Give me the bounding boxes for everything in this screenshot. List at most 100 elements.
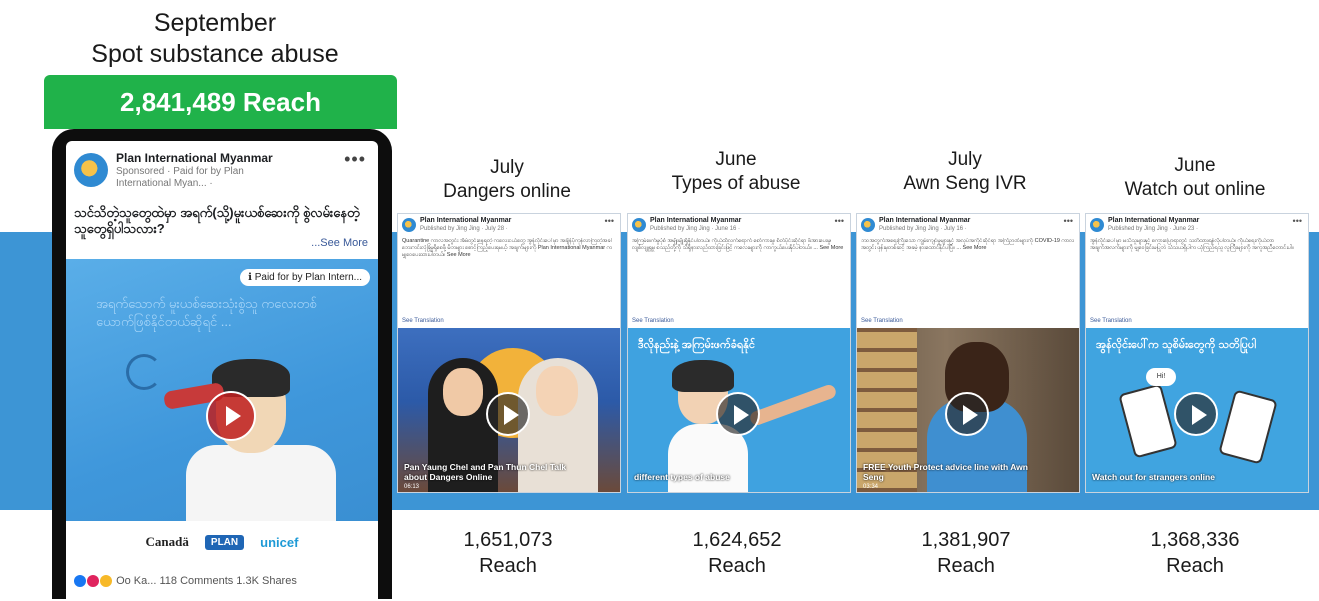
card-1-reach: 1,651,073 Reach (418, 527, 598, 579)
card-2-reach: 1,624,652 Reach (647, 527, 827, 579)
video-overlay-text: အရက်သောက် မူးယစ်ဆေးသုံးစွဲသူ ကလေးတစ်ယောက… (96, 296, 317, 329)
feature-title: September Spot substance abuse (60, 8, 370, 70)
card-1-reach-value: 1,651,073 (463, 529, 553, 551)
card-4-post[interactable]: Plan International Myanmar Published by … (1085, 213, 1309, 493)
card-3-text: ဘဝအတွက်အရေးကြီးသော ကျွမ်းကျင်မှုများနှင့… (861, 238, 1075, 251)
dizzy-swirl-icon (126, 354, 162, 390)
card-2-video[interactable]: ဒီလိုနည်းနဲ့ အကြမ်းဖက်ခံရနိုင် different… (628, 328, 850, 492)
play-icon[interactable] (716, 392, 760, 436)
card-2-post[interactable]: Plan International Myanmar Published by … (627, 213, 851, 493)
card-1-text: Quarantine ကာလအတွင်း အိမ်တွင်းနေရတဲ့ ကလေ… (402, 238, 612, 258)
card-4-month: June (1174, 155, 1216, 176)
card-1-campaign: Dangers online (443, 181, 571, 202)
play-icon[interactable] (945, 392, 989, 436)
card-3-reach-label: Reach (937, 555, 995, 577)
card-3-video[interactable]: FREE Youth Protect advice line with Awn … (857, 328, 1079, 492)
card-1-month: July (490, 157, 524, 178)
card-2-header: Plan International Myanmar Published by … (628, 214, 850, 236)
card-1-post[interactable]: Plan International Myanmar Published by … (397, 213, 621, 493)
info-icon: ℹ (248, 272, 252, 283)
card-2-girl-hair (672, 360, 734, 392)
card-3-reach: 1,381,907 Reach (876, 527, 1056, 579)
more-options-icon[interactable]: ••• (344, 149, 366, 170)
card-3-published: Published by Jing Jing · July 16 · (879, 226, 967, 232)
card-2-page-name: Plan International Myanmar (650, 217, 742, 224)
paid-for-pill[interactable]: ℹ Paid for by Plan Intern... (240, 269, 370, 286)
card-4-reach-label: Reach (1166, 555, 1224, 577)
card-3-campaign: Awn Seng IVR (903, 173, 1027, 194)
card-3-header: Plan International Myanmar Published by … (857, 214, 1079, 236)
card-4-reach-value: 1,368,336 (1150, 529, 1240, 551)
card-2-banner: ဒီလိုနည်းနဲ့ အကြမ်းဖက်ခံရနိုင် (638, 339, 756, 351)
boy-illustration-body (186, 445, 336, 521)
card-2-title: June Types of abuse (646, 148, 826, 196)
card-4-title: June Watch out online (1105, 154, 1285, 202)
card-1-more-icon[interactable]: ••• (605, 216, 614, 226)
card-2-campaign: Types of abuse (671, 173, 801, 194)
card-3-avatar (861, 218, 875, 232)
card-1-avatar (402, 218, 416, 232)
card-3-more-icon[interactable]: ••• (1064, 216, 1073, 226)
post-video[interactable]: ℹ Paid for by Plan Intern... အရက်သောက် မ… (66, 259, 378, 521)
card-3-month: July (948, 149, 982, 170)
feature-campaign-name: Spot substance abuse (91, 40, 339, 68)
card-4-phone-right (1218, 389, 1278, 465)
card-4-avatar (1090, 218, 1104, 232)
card-1-page-name: Plan International Myanmar (420, 217, 512, 224)
love-reaction-icon (87, 575, 99, 588)
card-4-video[interactable]: အွန်လိုင်းပေါ်က သူစိမ်းတွေကို သတိပြုပါ H… (1086, 328, 1308, 492)
play-icon[interactable] (206, 391, 256, 441)
wow-reaction-icon (100, 575, 112, 588)
feature-reach-banner: 2,841,489 Reach (44, 75, 397, 129)
reactions-summary: Oo Ka... 118 Comments 1.3K Shares (116, 575, 297, 587)
card-4-phone-left (1118, 383, 1178, 459)
card-1-video[interactable]: Pan Yaung Chel and Pan Thun Chel Talk ab… (398, 328, 620, 492)
card-2-reach-value: 1,624,652 (692, 529, 782, 551)
card-2-month: June (715, 149, 757, 170)
see-more-link[interactable]: ...See More (311, 237, 368, 249)
card-3-reach-value: 1,381,907 (921, 529, 1011, 551)
card-3-title: July Awn Seng IVR (875, 148, 1055, 196)
phone-mockup: Plan International Myanmar Sponsored · P… (52, 129, 392, 601)
card-1-person-left-face (443, 368, 483, 416)
page-name[interactable]: Plan International Myanmar (116, 151, 273, 165)
card-2-more-icon[interactable]: ••• (835, 216, 844, 226)
card-2-text: အကြမ်းဖက်မှုပုံစံ အမျိုးမျိုးရှိနိုင်ပါတ… (632, 238, 844, 251)
card-1-see-translation[interactable]: See Translation (402, 318, 444, 324)
card-3-time: 03:34 (863, 484, 879, 490)
card-2-caption: different types of abuse (634, 472, 730, 482)
card-3-see-translation[interactable]: See Translation (861, 318, 903, 324)
card-4-caption: Watch out for strangers online (1092, 472, 1215, 482)
post-header: Plan International Myanmar Sponsored · P… (66, 141, 378, 201)
play-icon[interactable] (1174, 392, 1218, 436)
card-4-speech-bubble: Hi! (1146, 368, 1176, 386)
feature-month: September (153, 9, 277, 37)
card-1-header: Plan International Myanmar Published by … (398, 214, 620, 236)
card-1-time: 06:13 (404, 484, 420, 490)
unicef-logo: unicef (260, 534, 299, 550)
reactions-bar[interactable]: Oo Ka... 118 Comments 1.3K Shares (74, 575, 297, 588)
plan-logo: PLAN (204, 534, 245, 550)
card-1-caption: Pan Yaung Chel and Pan Thun Chel Talk ab… (404, 462, 567, 482)
card-2-reach-label: Reach (708, 555, 766, 577)
card-1-reach-label: Reach (479, 555, 537, 577)
page-avatar[interactable] (74, 153, 108, 187)
card-4-more-icon[interactable]: ••• (1293, 216, 1302, 226)
play-icon[interactable] (486, 392, 530, 436)
card-3-post[interactable]: Plan International Myanmar Published by … (856, 213, 1080, 493)
card-2-avatar (632, 218, 646, 232)
card-4-campaign: Watch out online (1124, 179, 1266, 200)
phone-screen: Plan International Myanmar Sponsored · P… (66, 141, 378, 601)
card-4-published: Published by Jing Jing · June 23 · (1108, 226, 1199, 232)
card-1-person-right-face (536, 366, 578, 416)
card-4-banner: အွန်လိုင်းပေါ်က သူစိမ်းတွေကို သတိပြုပါ (1096, 339, 1257, 351)
canada-logo: Canadä (145, 534, 189, 549)
card-4-page-name: Plan International Myanmar (1108, 217, 1200, 224)
card-2-see-translation[interactable]: See Translation (632, 318, 674, 324)
paid-for-label: Paid for by Plan Intern... (254, 272, 362, 283)
sponsored-label: Sponsored · Paid for by Plan Internation… (116, 166, 244, 189)
partner-logos: Canadä PLAN unicef (66, 527, 378, 557)
card-4-see-translation[interactable]: See Translation (1090, 318, 1132, 324)
card-2-published: Published by Jing Jing · June 16 · (650, 226, 741, 232)
card-3-page-name: Plan International Myanmar (879, 217, 971, 224)
